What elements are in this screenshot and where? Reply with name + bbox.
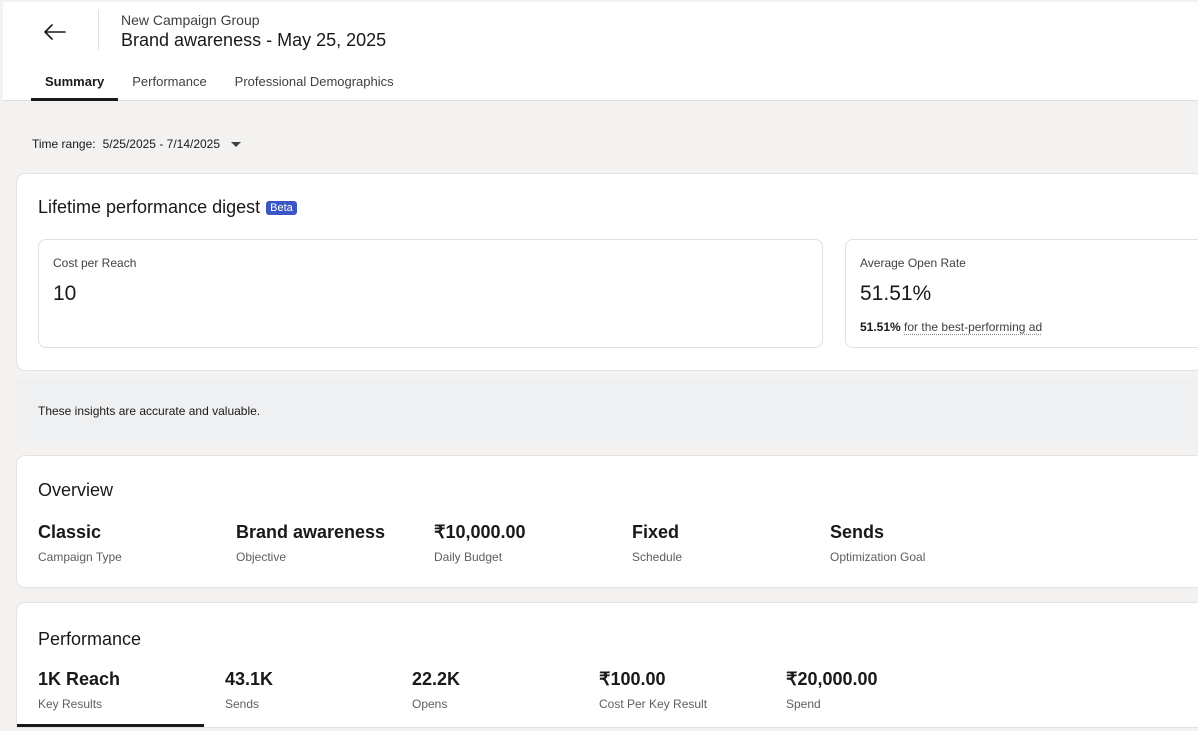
insight-banner: These insights are accurate and valuable… [17, 381, 1198, 441]
arrow-left-icon [44, 24, 66, 40]
page-title: Brand awareness - May 25, 2025 [121, 30, 387, 50]
overview-item-schedule: Fixed Schedule [632, 522, 682, 564]
time-range-value: 5/25/2025 - 7/14/2025 [102, 137, 221, 151]
stat-value: Brand awareness [236, 522, 386, 542]
tab-summary[interactable]: Summary [31, 62, 119, 101]
metric-value: 51.51% [860, 282, 932, 305]
performance-item-opens[interactable]: 22.2K Opens [412, 669, 460, 711]
metric-value: 10 [53, 282, 77, 305]
stat-label: Cost Per Key Result [599, 697, 708, 711]
digest-title-text: Lifetime performance digest [38, 197, 261, 217]
overview-item-objective: Brand awareness Objective [236, 522, 385, 564]
stat-value: 1K Reach [38, 669, 121, 689]
stat-value: ₹100.00 [599, 669, 666, 689]
performance-card: Performance 1K Reach Key Results 43.1K S… [17, 603, 1198, 727]
performance-title: Performance [38, 629, 142, 649]
metric-note-value: 51.51% [860, 320, 901, 334]
stat-value: Classic [38, 522, 102, 542]
stat-label: Sends [225, 697, 260, 711]
stat-value: Fixed [632, 522, 680, 542]
overview-item-daily-budget: ₹10,000.00 Daily Budget [434, 522, 526, 564]
overview-title: Overview [38, 480, 114, 500]
performance-item-spend[interactable]: ₹20,000.00 Spend [786, 669, 878, 711]
stat-value: 22.2K [412, 669, 461, 689]
overview-item-campaign-type: Classic Campaign Type [38, 522, 122, 564]
header-divider [98, 10, 99, 50]
back-button[interactable] [39, 18, 71, 46]
metric-label: Cost per Reach [53, 256, 137, 270]
stat-label: Opens [412, 697, 448, 711]
campaign-group-subtitle: New Campaign Group [121, 12, 260, 28]
stat-label: Schedule [632, 550, 683, 564]
performance-item-cost-per-key-result[interactable]: ₹100.00 Cost Per Key Result [599, 669, 707, 711]
stat-label: Key Results [38, 697, 103, 711]
tab-performance[interactable]: Performance [118, 62, 220, 101]
active-metric-indicator [17, 724, 204, 727]
digest-title: Lifetime performance digest Beta [38, 197, 297, 218]
stat-value: ₹20,000.00 [786, 669, 878, 689]
time-range-selector[interactable]: Time range: 5/25/2025 - 7/14/2025 [32, 137, 242, 151]
metric-card-cost-per-reach: Cost per Reach 10 [38, 239, 823, 348]
time-range-label: Time range: [32, 137, 96, 151]
metric-card-average-open-rate: Average Open Rate 51.51% 51.51% for the … [845, 239, 1198, 348]
stat-label: Daily Budget [434, 550, 503, 564]
stat-label: Campaign Type [38, 550, 122, 564]
performance-item-key-results[interactable]: 1K Reach Key Results [17, 669, 204, 727]
overview-card: Overview Classic Campaign Type Brand awa… [17, 456, 1198, 587]
best-performing-ad-link[interactable]: for the best-performing ad [904, 320, 1042, 334]
insight-text: These insights are accurate and valuable… [38, 404, 261, 418]
stat-value: ₹10,000.00 [434, 522, 526, 542]
performance-item-sends[interactable]: 43.1K Sends [225, 669, 273, 711]
tab-professional-demographics[interactable]: Professional Demographics [221, 62, 408, 101]
stat-value: 43.1K [225, 669, 274, 689]
stat-label: Optimization Goal [830, 550, 926, 564]
page-header: New Campaign Group Brand awareness - May… [3, 2, 1198, 101]
overview-item-optimization-goal: Sends Optimization Goal [830, 522, 925, 564]
metric-note: 51.51% for the best-performing ad [860, 320, 1042, 334]
caret-down-icon [231, 142, 242, 147]
metric-label: Average Open Rate [860, 256, 966, 270]
tab-bar: Summary Performance Professional Demogra… [31, 62, 408, 101]
stat-label: Objective [236, 550, 287, 564]
stat-label: Spend [786, 697, 821, 711]
stat-value: Sends [830, 522, 885, 542]
beta-badge: Beta [266, 201, 297, 215]
performance-digest-card: Lifetime performance digest Beta Cost per… [17, 174, 1198, 370]
